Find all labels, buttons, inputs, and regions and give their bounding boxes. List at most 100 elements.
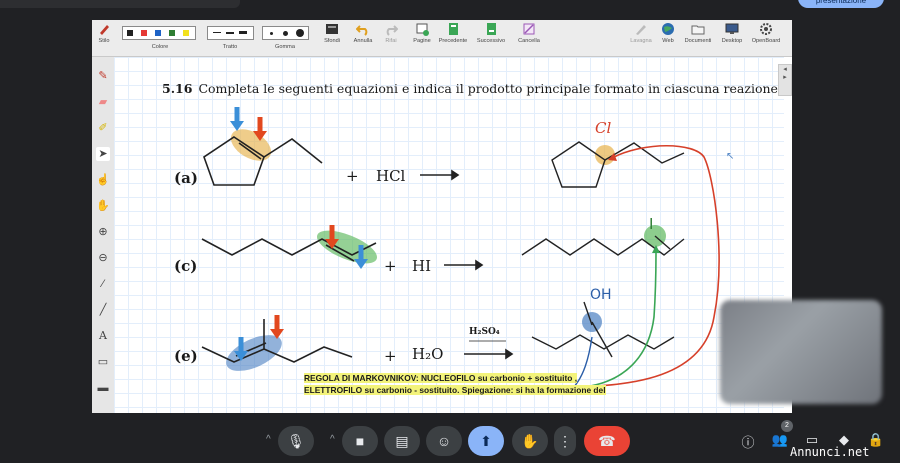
plus-sign-e: + <box>384 347 397 365</box>
next-page-icon <box>487 23 496 35</box>
microphone-button[interactable]: 🎙 <box>278 426 314 456</box>
microphone-icon: 🎙 <box>287 433 305 449</box>
meeting-control-bar: ^ 🎙 ^ ■ ▤ ☺ ⬆ ✋ ⋮ ☎ ⓘ 👥 ▭ ◆ 🔒 <box>0 418 900 463</box>
interact-tool[interactable]: ☝ <box>96 173 110 187</box>
clear-label: Cancella <box>518 38 540 44</box>
zoom-out-tool[interactable]: ⊖ <box>96 251 110 265</box>
board-label: Lavagna <box>630 38 652 44</box>
highlight-green-c <box>316 230 378 264</box>
red-curved-arrow <box>563 145 720 388</box>
selector-tool[interactable]: ➤ <box>96 147 110 161</box>
stroke-picker[interactable] <box>207 26 254 40</box>
highlight-orange-a <box>230 129 272 161</box>
people-icon: 👥 <box>771 432 789 447</box>
whiteboard-canvas[interactable]: 5.16 Completa le seguenti equazioni e ind… <box>114 57 784 413</box>
zoom-in-icon: ⊕ <box>98 226 108 238</box>
documents-button[interactable]: Documenti <box>682 22 714 44</box>
redo-label: Rifai <box>385 38 397 44</box>
leave-call-button[interactable]: ☎ <box>584 426 630 456</box>
stylus-label: Stilo <box>98 38 110 44</box>
captions-icon: ▤ <box>395 433 409 449</box>
backgrounds-button[interactable]: Sfondi <box>320 22 344 44</box>
pointer-icon: ➤ <box>98 148 108 160</box>
pages-button[interactable]: Pagine <box>410 22 434 44</box>
page-side-tab[interactable]: ◂ ▸ <box>778 64 792 96</box>
redo-icon <box>386 25 398 36</box>
camera-icon: ■ <box>355 433 365 449</box>
pen-tool-icon: ✎ <box>98 70 108 82</box>
pen-tool[interactable]: ✎ <box>96 69 110 83</box>
eraser-tool[interactable]: ▰ <box>96 95 110 109</box>
chemistry-drawing: Cl I OH <box>201 107 720 390</box>
more-options-button[interactable]: ⋮ <box>554 426 576 456</box>
eraser-label: Gomma <box>275 44 295 50</box>
laser-pointer-icon: ⁄ <box>102 278 104 290</box>
mic-options-chevron[interactable]: ^ <box>266 434 271 445</box>
markovnikov-note: REGOLA DI MARKOVNIKOV: NUCLEOFILO su car… <box>304 372 606 396</box>
top-tab-area <box>0 0 240 8</box>
color-picker[interactable] <box>122 26 196 40</box>
reactions-button[interactable]: ☺ <box>426 426 462 456</box>
hand-icon: ✋ <box>96 200 110 212</box>
text-tool[interactable]: A <box>96 329 110 343</box>
plus-sign-c: + <box>384 257 397 275</box>
participants-badge: 2 <box>781 420 793 432</box>
reaction-label-c: (c) <box>174 257 198 275</box>
line-icon: ╱ <box>99 304 107 316</box>
background-icon <box>326 24 338 34</box>
undo-icon <box>356 25 368 36</box>
stroke-label: Tratto <box>222 44 238 50</box>
text-icon: A <box>99 329 107 342</box>
presentation-chip[interactable]: presentazione <box>798 0 884 8</box>
color-swatch-green[interactable] <box>169 30 175 36</box>
capture-icon: ▭ <box>97 356 109 368</box>
keyboard-tool[interactable]: ▬ <box>96 381 110 395</box>
previous-button[interactable]: Precedente <box>435 22 471 44</box>
undo-button[interactable]: Annulla <box>350 22 376 44</box>
present-button[interactable]: ⬆ <box>468 426 504 456</box>
lock-icon: 🔒 <box>867 432 885 447</box>
zoom-in-tool[interactable]: ⊕ <box>96 225 110 239</box>
laser-tool[interactable]: ⁄ <box>96 277 110 291</box>
previous-page-icon <box>449 23 458 35</box>
board-icon <box>636 25 646 35</box>
captions-button[interactable]: ▤ <box>384 426 420 456</box>
people-button[interactable]: 👥 <box>770 432 790 448</box>
line-tool[interactable]: ╱ <box>96 303 110 317</box>
color-swatch-black[interactable] <box>127 30 133 36</box>
pen-icon <box>100 25 109 35</box>
catalyst-e: H₂SO₄ <box>469 327 500 337</box>
handwritten-oh: OH <box>590 287 612 303</box>
board-mode-button[interactable]: Lavagna <box>626 22 656 44</box>
eraser-picker[interactable] <box>262 26 309 40</box>
clear-button[interactable]: Cancella <box>514 22 544 44</box>
note-line-1: REGOLA DI MARKOVNIKOV: NUCLEOFILO su car… <box>304 373 578 383</box>
color-swatch-yellow[interactable] <box>183 30 189 36</box>
info-icon: ⓘ <box>741 435 755 450</box>
desktop-button[interactable]: Desktop <box>718 22 746 44</box>
color-swatch-blue[interactable] <box>155 30 161 36</box>
stylus-tool[interactable]: Stilo <box>94 22 114 44</box>
product-structures <box>521 141 685 358</box>
highlighter-icon: ✐ <box>98 122 108 134</box>
info-button[interactable]: ⓘ <box>738 432 758 451</box>
raise-hand-button[interactable]: ✋ <box>512 426 548 456</box>
color-swatch-red[interactable] <box>141 30 147 36</box>
emoji-icon: ☺ <box>436 433 452 449</box>
pages-label: Pagine <box>413 38 431 44</box>
pan-tool[interactable]: ✋ <box>96 199 110 213</box>
capture-tool[interactable]: ▭ <box>96 355 110 369</box>
highlighter-tool[interactable]: ✐ <box>96 121 110 135</box>
blurred-participant-tile <box>720 300 882 404</box>
next-button[interactable]: Successivo <box>474 22 508 44</box>
camera-options-chevron[interactable]: ^ <box>330 434 335 445</box>
previous-label: Precedente <box>438 38 468 44</box>
openboard-menu-button[interactable]: OpenBoard <box>748 22 784 44</box>
web-button[interactable]: Web <box>658 22 678 44</box>
camera-button[interactable]: ■ <box>342 426 378 456</box>
left-tool-palette: ✎ ▰ ✐ ➤ ☝ ✋ ⊕ ⊖ ⁄ ╱ A ▭ ▬ <box>92 57 115 413</box>
pages-icon <box>416 23 429 36</box>
redo-button[interactable]: Rifai <box>380 22 402 44</box>
reaction-label-a: (a) <box>174 169 198 187</box>
watermark-text: Annunci.net <box>790 445 870 459</box>
